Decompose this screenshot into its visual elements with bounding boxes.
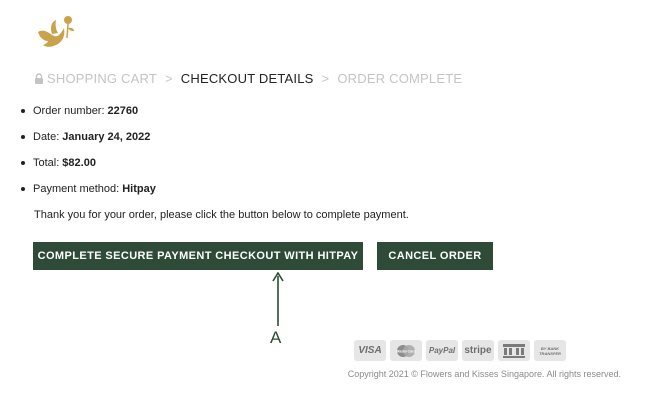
lock-icon (35, 72, 43, 84)
stripe-icon: stripe (462, 340, 494, 361)
bank-icon (498, 340, 530, 361)
mastercard-circles: MasterCard (396, 344, 416, 357)
bullet (21, 161, 25, 165)
payment-method-value: Hitpay (122, 183, 156, 195)
bullet (21, 187, 25, 191)
breadcrumb-separator: > (165, 70, 173, 86)
complete-payment-button[interactable]: COMPLETE SECURE PAYMENT CHECKOUT WITH HI… (33, 242, 363, 270)
order-number-label: Order number: (33, 105, 105, 117)
payment-methods: VISA MasterCard PayPal stripe BY BANK TR… (354, 340, 566, 361)
order-number-value: 22760 (107, 105, 139, 117)
order-number-item: Order number: 22760 (21, 98, 156, 124)
copyright-text: Copyright 2021 © Flowers and Kisses Sing… (347, 369, 621, 379)
bullet (21, 109, 25, 113)
paypal-icon: PayPal (426, 340, 458, 361)
payment-method-item: Payment method: Hitpay (21, 176, 156, 202)
breadcrumb: SHOPPING CART > CHECKOUT DETAILS > ORDER… (34, 70, 462, 86)
order-date-item: Date: January 24, 2022 (21, 124, 156, 150)
breadcrumb-order-complete: ORDER COMPLETE (337, 70, 463, 86)
payment-method-label: Payment method: (33, 183, 120, 195)
breadcrumb-checkout-details[interactable]: CHECKOUT DETAILS (181, 71, 314, 86)
order-total-label: Total: (33, 157, 60, 169)
mastercard-icon: MasterCard (390, 340, 422, 361)
order-date-label: Date: (33, 131, 60, 143)
order-details-list: Order number: 22760 Date: January 24, 20… (21, 98, 156, 202)
order-date-value: January 24, 2022 (62, 131, 151, 143)
bullet (21, 135, 25, 139)
order-total-item: Total: $82.00 (21, 150, 156, 176)
mastercard-label: MasterCard (396, 349, 416, 353)
thank-you-message: Thank you for your order, please click t… (34, 209, 409, 221)
cancel-order-button[interactable]: CANCEL ORDER (377, 242, 493, 270)
bank-transfer-icon: BY BANK TRANSFER (534, 340, 566, 361)
visa-icon: VISA (354, 340, 386, 361)
annotation-arrow-icon (272, 272, 284, 326)
breadcrumb-shopping-cart[interactable]: SHOPPING CART (47, 71, 157, 86)
breadcrumb-separator: > (321, 70, 330, 86)
bank-building (503, 344, 525, 358)
annotation-label: A (270, 328, 282, 347)
order-total-value: $82.00 (62, 157, 96, 169)
brand-logo[interactable] (34, 14, 80, 52)
